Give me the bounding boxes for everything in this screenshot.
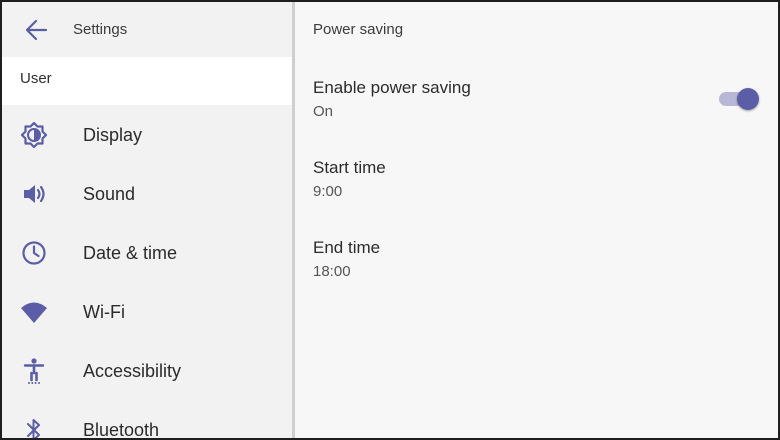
sidebar-item-sound[interactable]: Sound [2, 165, 292, 223]
wifi-icon [20, 298, 48, 326]
sidebar-item-bluetooth[interactable]: Bluetooth [2, 401, 292, 440]
sidebar-item-label: Date & time [83, 243, 178, 263]
setting-enable-power-saving[interactable]: Enable power saving On [295, 78, 778, 148]
sidebar-item-accessibility[interactable]: Accessibility [2, 342, 292, 400]
settings-window: Settings User Display Sound Date & time … [0, 0, 780, 440]
sidebar-item-label: Wi-Fi [83, 302, 125, 322]
power-saving-toggle[interactable] [719, 88, 759, 110]
setting-value: On [313, 103, 334, 120]
setting-start-time[interactable]: Start time 9:00 [295, 158, 778, 228]
section-label: User [20, 70, 52, 87]
toggle-knob [737, 88, 759, 110]
sidebar-item-label: Display [83, 125, 143, 145]
sidebar-item-display[interactable]: Display [2, 106, 292, 164]
sidebar-item-label: Bluetooth [83, 420, 160, 440]
section-title: Power saving [313, 21, 404, 38]
sidebar-item-label: Sound [83, 184, 136, 204]
back-button[interactable] [16, 14, 52, 46]
accessibility-icon [20, 357, 48, 385]
setting-value: 18:00 [313, 263, 351, 280]
sidebar-header: Settings [2, 2, 292, 56]
setting-value: 9:00 [313, 183, 343, 200]
setting-title: End time [313, 238, 381, 257]
detail-panel: Power saving Enable power saving On Star… [295, 2, 778, 438]
speaker-icon [20, 180, 48, 208]
clock-icon [20, 239, 48, 267]
sidebar-item-wifi[interactable]: Wi-Fi [2, 283, 292, 341]
bluetooth-icon [20, 416, 48, 438]
page-title: Settings [73, 21, 128, 38]
display-brightness-icon [20, 121, 48, 149]
setting-end-time[interactable]: End time 18:00 [295, 238, 778, 308]
sidebar-item-label: Accessibility [83, 361, 182, 381]
setting-title: Enable power saving [313, 78, 471, 97]
arrow-left-icon [25, 19, 48, 41]
section-header-user: User [2, 57, 292, 105]
sidebar-item-date-time[interactable]: Date & time [2, 224, 292, 282]
sidebar: Settings User Display Sound Date & time … [2, 2, 292, 438]
setting-title: Start time [313, 158, 386, 177]
